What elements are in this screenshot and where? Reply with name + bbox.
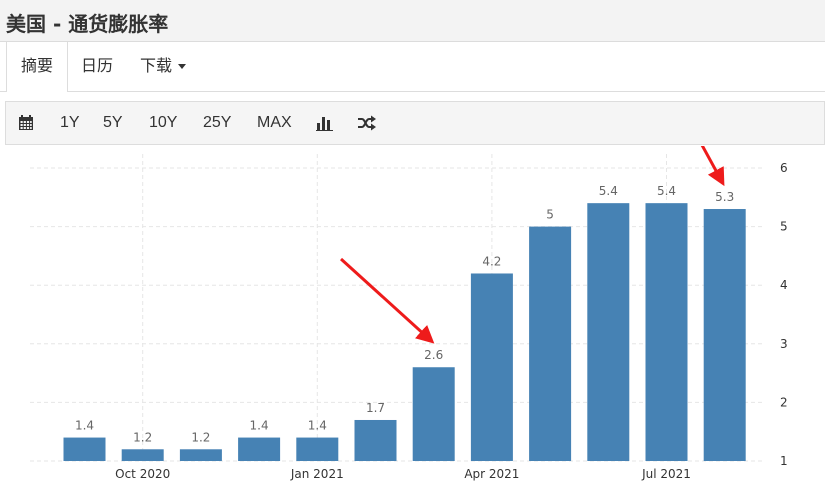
- shuffle-icon: [358, 115, 376, 131]
- data-label: 1.4: [250, 419, 269, 433]
- range-1y-button[interactable]: 1Y: [60, 102, 80, 144]
- data-label: 1.2: [191, 430, 210, 444]
- bar[interactable]: [587, 203, 630, 461]
- bar[interactable]: [470, 273, 513, 461]
- x-tick-label: Jul 2021: [641, 467, 691, 481]
- range-10y-button[interactable]: 10Y: [149, 102, 177, 144]
- tab-calendar[interactable]: 日历: [67, 42, 127, 91]
- range-5y-button[interactable]: 5Y: [103, 102, 123, 144]
- bar[interactable]: [179, 449, 222, 461]
- bar-chart-button[interactable]: [316, 102, 333, 144]
- bar[interactable]: [63, 437, 106, 461]
- chevron-down-icon: [178, 64, 187, 69]
- data-label: 5.3: [715, 190, 734, 204]
- bar[interactable]: [296, 437, 339, 461]
- bar[interactable]: [412, 367, 455, 461]
- bar[interactable]: [645, 203, 688, 461]
- x-tick-label: Oct 2020: [115, 467, 170, 481]
- shuffle-button[interactable]: [357, 102, 377, 144]
- chart-toolbar: 1Y 5Y 10Y 25Y MAX: [5, 101, 825, 145]
- tab-summary-label: 摘要: [21, 56, 54, 75]
- data-label: 1.4: [75, 419, 94, 433]
- tab-download-label: 下载: [140, 56, 173, 75]
- y-tick-label: 3: [780, 337, 788, 351]
- bar[interactable]: [703, 209, 746, 461]
- page-title: 美国 - 通货膨胀率: [6, 12, 169, 36]
- y-tick-label: 2: [780, 395, 788, 409]
- calendar-button[interactable]: [18, 102, 34, 144]
- inflation-bar-chart: 1.4 1.2 1.2 1.4 1.4 1.7 2.6 4.2 5 5.4 5.4 5.3 1 2 3 4 5 6…: [30, 47, 788, 481]
- data-label: 4.2: [482, 254, 501, 268]
- chart-area: 1.4 1.2 1.2 1.4 1.4 1.7 2.6 4.2 5 5.4 5.4 5.3 1 2 3 4 5 6…: [0, 47, 825, 490]
- data-label: 1.2: [133, 430, 152, 444]
- calendar-icon: [19, 115, 33, 130]
- bar[interactable]: [238, 437, 281, 461]
- data-label: 2.6: [424, 348, 443, 362]
- y-tick-label: 6: [780, 161, 788, 175]
- annotation-arrow: [339, 257, 435, 344]
- tab-download[interactable]: 下载: [126, 42, 200, 91]
- tab-row: 摘要 日历 下载: [0, 42, 825, 92]
- data-label: 5: [546, 208, 554, 222]
- data-label: 5.4: [599, 184, 618, 198]
- tab-calendar-label: 日历: [81, 56, 114, 75]
- bar[interactable]: [121, 449, 164, 461]
- annotation-arrow: [647, 47, 725, 187]
- data-label: 1.4: [308, 419, 327, 433]
- x-tick-label: Apr 2021: [464, 467, 519, 481]
- y-tick-label: 5: [780, 220, 788, 234]
- data-label: 1.7: [366, 401, 385, 415]
- title-bar: 美国 - 通货膨胀率: [0, 0, 825, 42]
- x-tick-label: Jan 2021: [290, 467, 344, 481]
- bar[interactable]: [529, 226, 572, 461]
- range-25y-button[interactable]: 25Y: [203, 102, 231, 144]
- data-label: 5.4: [657, 184, 676, 198]
- bar-chart-icon: [316, 117, 333, 131]
- bar[interactable]: [354, 419, 397, 461]
- y-tick-label: 1: [780, 454, 788, 468]
- y-tick-label: 4: [780, 278, 788, 292]
- tab-summary[interactable]: 摘要: [6, 42, 69, 92]
- range-max-button[interactable]: MAX: [257, 102, 292, 144]
